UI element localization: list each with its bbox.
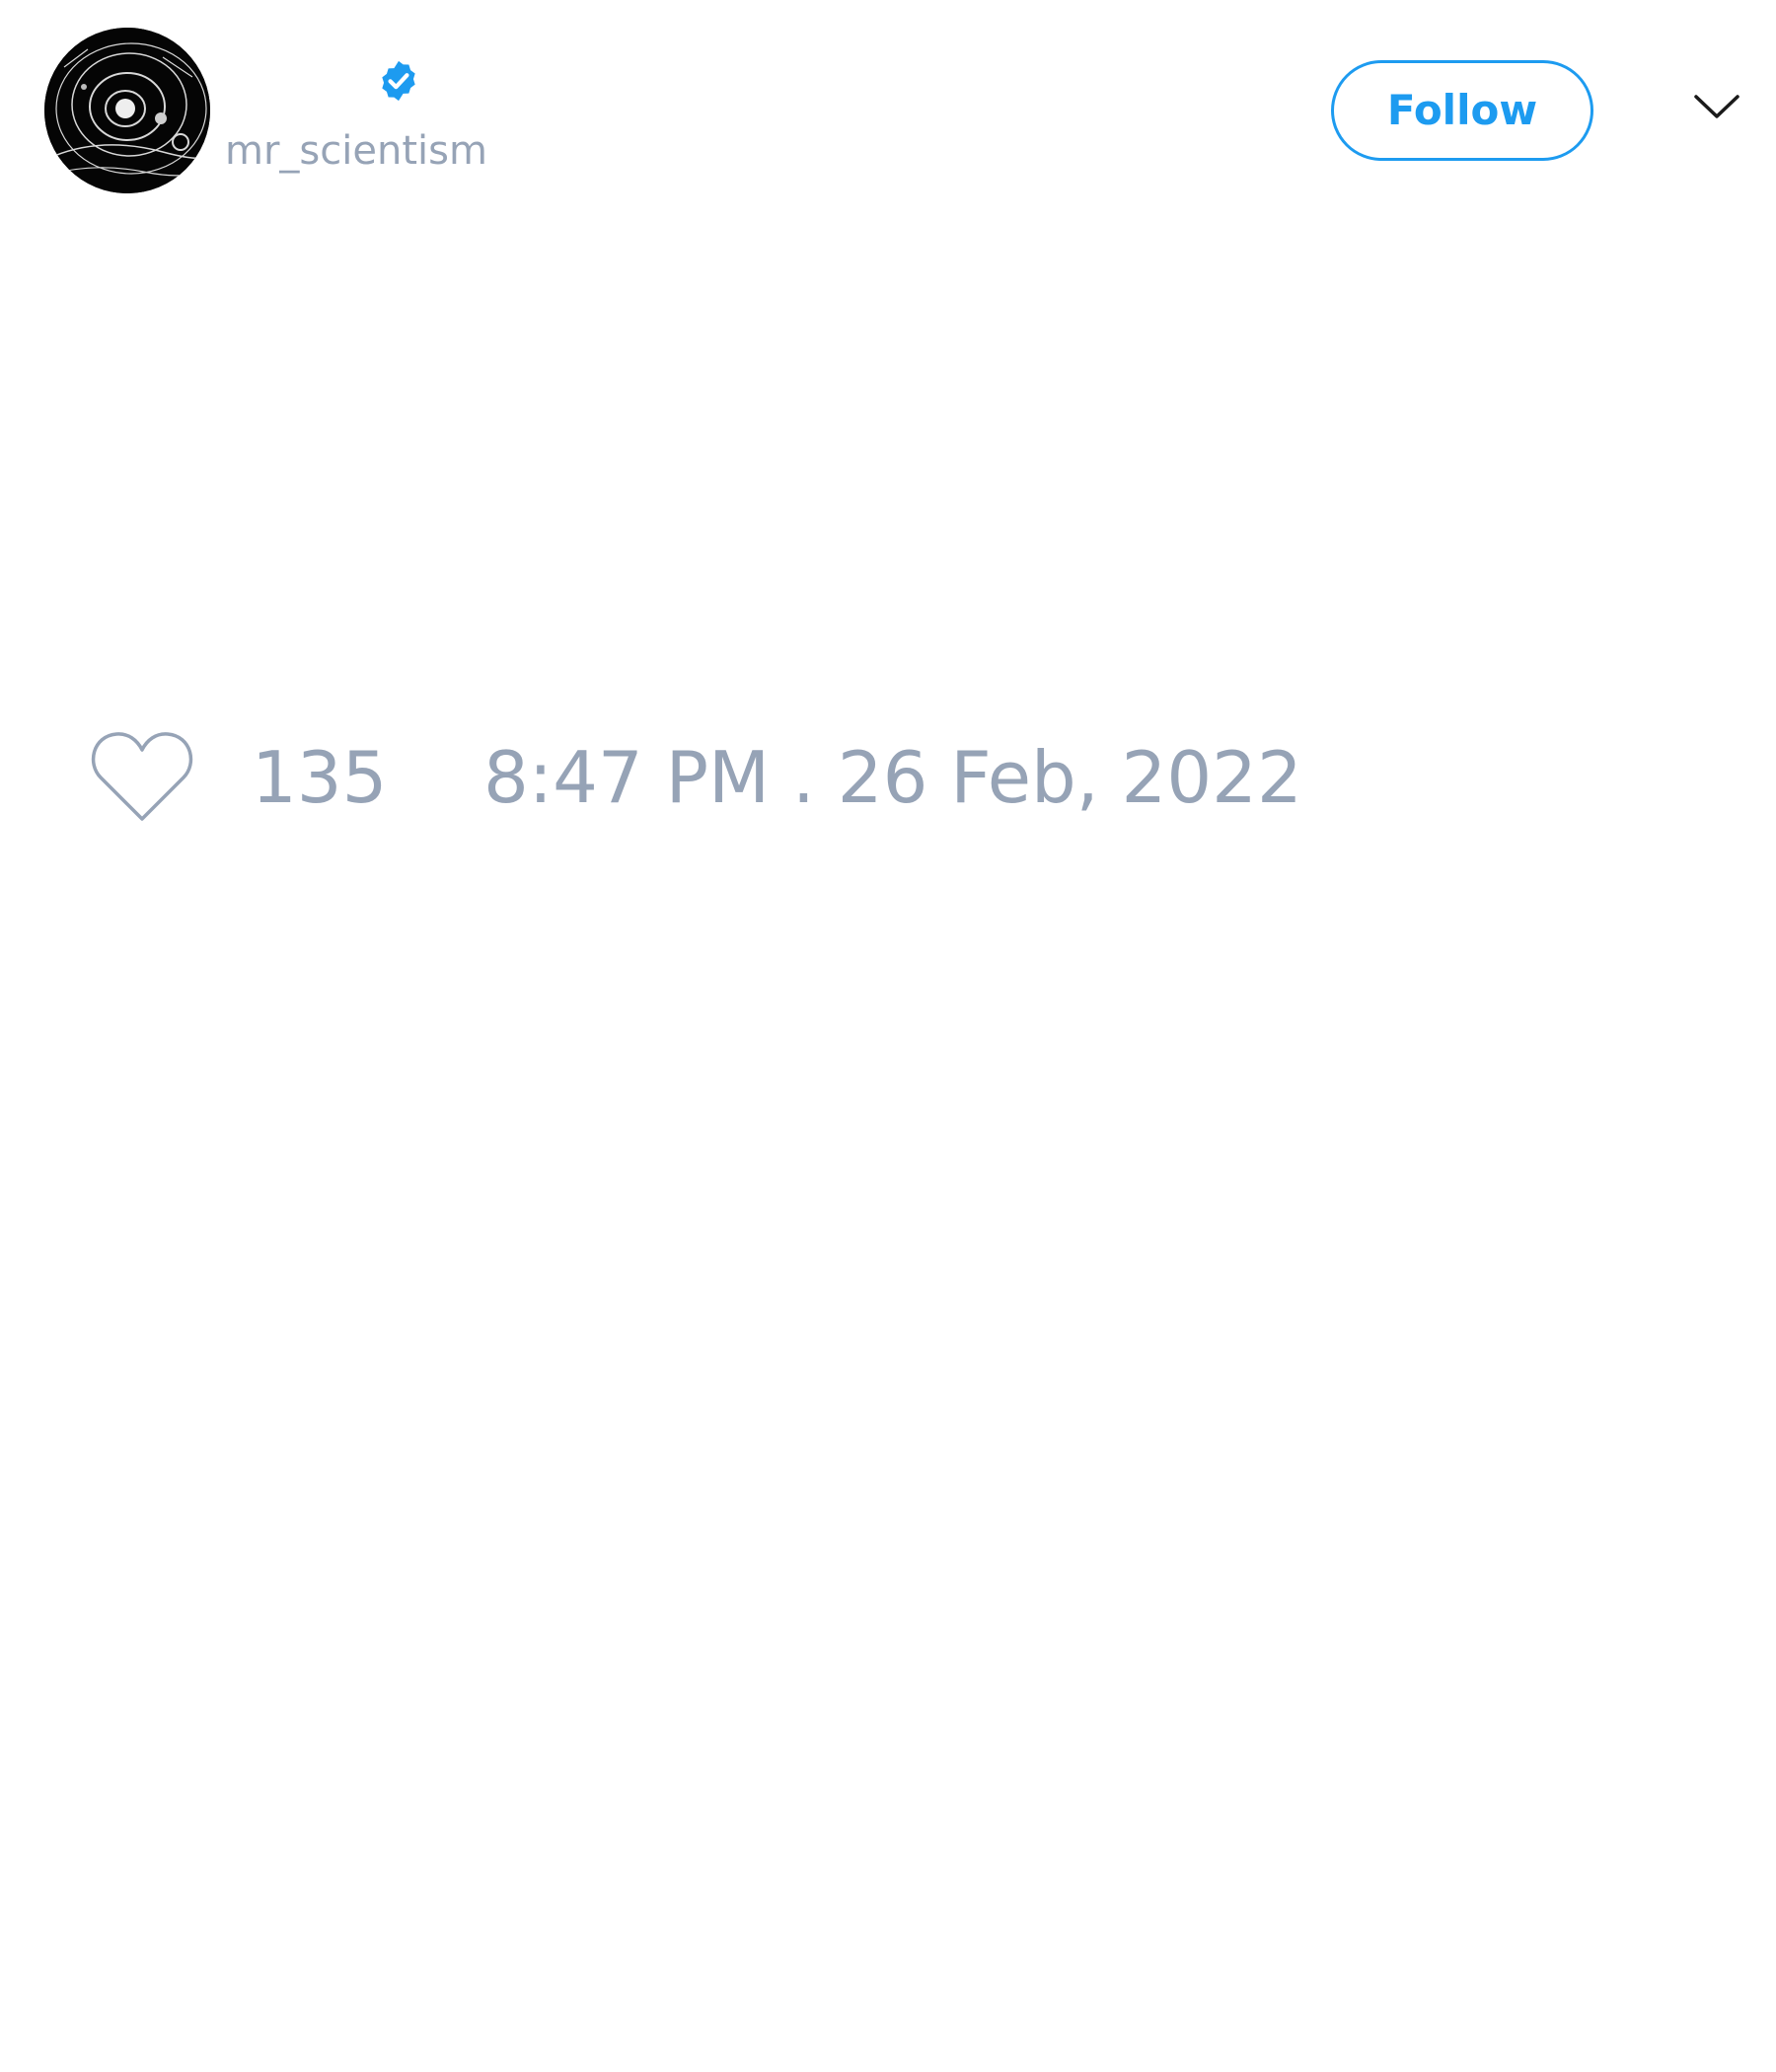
avatar[interactable]: [44, 28, 210, 193]
verified-badge-icon: [382, 60, 415, 102]
chevron-down-icon[interactable]: [1692, 91, 1741, 122]
follow-button[interactable]: Follow: [1331, 60, 1593, 161]
tweet-card: mr_scientism Follow 135 8:47 PM . 26 Feb…: [0, 0, 1776, 2072]
heart-outline-icon[interactable]: [89, 728, 195, 825]
tweet-timestamp[interactable]: 8:47 PM . 26 Feb, 2022: [483, 734, 1302, 821]
like-count: 135: [252, 736, 388, 819]
author-handle[interactable]: mr_scientism: [225, 126, 487, 176]
